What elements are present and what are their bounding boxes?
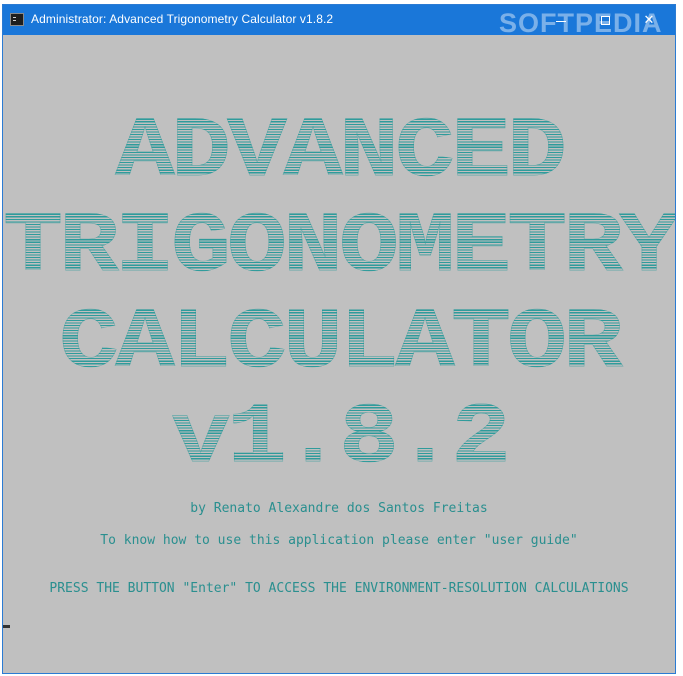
minimize-icon bbox=[556, 20, 566, 22]
text-cursor bbox=[3, 625, 10, 628]
press-enter-prompt: PRESS THE BUTTON "Enter" TO ACCESS THE E… bbox=[49, 581, 629, 596]
title-bar[interactable]: Administrator: Advanced Trigonometry Cal… bbox=[3, 5, 675, 38]
banner-line-version: v1.8.2 bbox=[3, 396, 675, 482]
console-window: Administrator: Advanced Trigonometry Cal… bbox=[2, 4, 676, 674]
banner-line-advanced: ADVANCED bbox=[3, 110, 675, 196]
close-button[interactable]: ✕ bbox=[627, 5, 671, 35]
maximize-button[interactable] bbox=[583, 5, 627, 35]
user-guide-hint: To know how to use this application plea… bbox=[100, 533, 578, 548]
console-output[interactable]: ADVANCED TRIGONOMETRY CALCULATOR v1.8.2 … bbox=[3, 35, 676, 673]
close-icon: ✕ bbox=[643, 12, 655, 28]
banner-line-trigonometry: TRIGONOMETRY bbox=[3, 200, 676, 297]
author-line: by Renato Alexandre dos Santos Freitas bbox=[190, 501, 488, 516]
window-title: Administrator: Advanced Trigonometry Cal… bbox=[31, 12, 334, 26]
console-app-icon[interactable] bbox=[10, 13, 24, 26]
banner-line-calculator: CALCULATOR bbox=[3, 301, 675, 387]
minimize-button[interactable] bbox=[539, 5, 583, 35]
maximize-icon bbox=[600, 15, 610, 25]
